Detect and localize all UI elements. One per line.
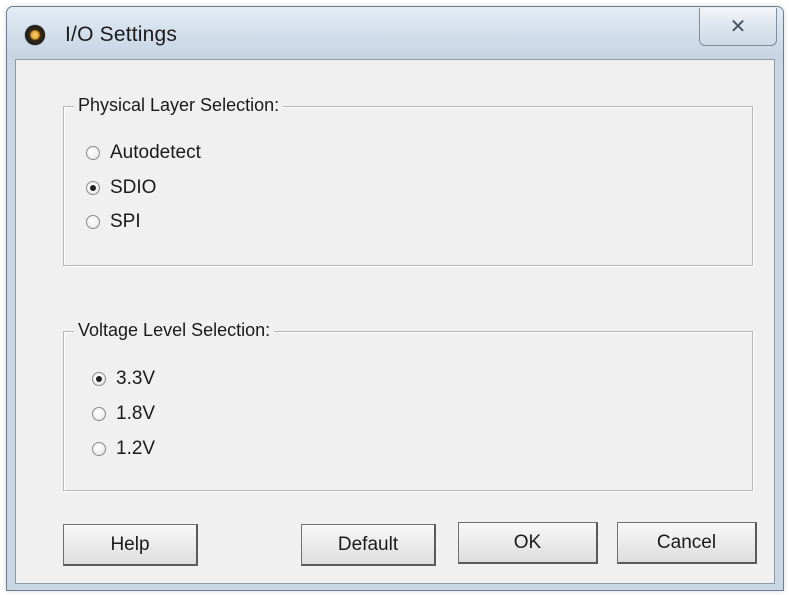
io-settings-dialog: I/O Settings ✕ Physical Layer Selection:…: [6, 6, 784, 591]
radio-autodetect-indicator[interactable]: [86, 146, 100, 160]
radio-sdio-label: SDIO: [110, 177, 157, 198]
physical-layer-group: Physical Layer Selection: Autodetect SDI…: [63, 95, 753, 266]
radio-1-2v-label: 1.2V: [116, 438, 156, 459]
default-button[interactable]: Default: [301, 524, 436, 566]
radio-sdio[interactable]: SDIO: [86, 175, 156, 201]
help-button[interactable]: Help: [63, 524, 198, 566]
radio-autodetect-label: Autodetect: [110, 142, 201, 163]
radio-1-2v[interactable]: 1.2V: [92, 436, 155, 462]
radio-spi-indicator[interactable]: [86, 215, 100, 229]
radio-1-8v-label: 1.8V: [116, 403, 156, 424]
window-title: I/O Settings: [65, 23, 178, 46]
radio-sdio-indicator[interactable]: [86, 181, 100, 195]
voltage-level-legend: Voltage Level Selection:: [74, 320, 275, 341]
close-icon: ✕: [729, 14, 747, 38]
dialog-body: Physical Layer Selection: Autodetect SDI…: [15, 59, 775, 584]
title-bar[interactable]: I/O Settings ✕: [7, 7, 783, 59]
voltage-level-group: Voltage Level Selection: 3.3V 1.8V 1.2V: [63, 320, 753, 491]
close-button[interactable]: ✕: [699, 8, 777, 46]
cancel-button[interactable]: Cancel: [617, 522, 757, 564]
radio-1-8v[interactable]: 1.8V: [92, 401, 155, 427]
physical-layer-legend: Physical Layer Selection:: [74, 95, 284, 116]
radio-autodetect[interactable]: Autodetect: [86, 140, 201, 166]
radio-spi-label: SPI: [110, 211, 141, 232]
radio-3-3v-label: 3.3V: [116, 368, 156, 389]
radio-spi[interactable]: SPI: [86, 209, 141, 235]
radio-1-8v-indicator[interactable]: [92, 407, 106, 421]
ok-button[interactable]: OK: [458, 522, 598, 564]
app-icon: [25, 25, 45, 45]
radio-1-2v-indicator[interactable]: [92, 442, 106, 456]
radio-3-3v-indicator[interactable]: [92, 372, 106, 386]
radio-3-3v[interactable]: 3.3V: [92, 366, 155, 392]
